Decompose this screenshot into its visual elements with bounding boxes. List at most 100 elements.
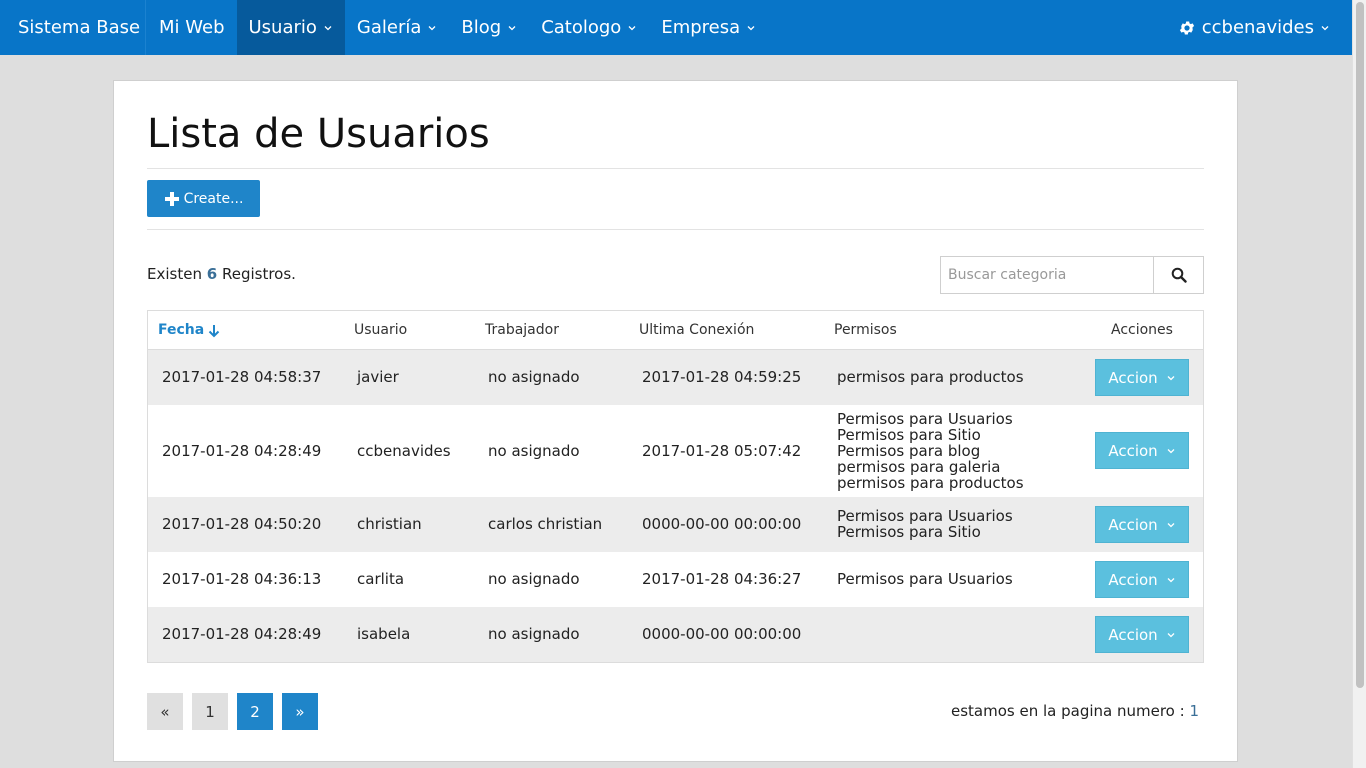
column-header-label: Fecha xyxy=(158,322,205,338)
page-title: Lista de Usuarios xyxy=(147,111,490,157)
search-input[interactable] xyxy=(941,257,1154,293)
cell-permisos: Permisos para Usuarios Permisos para Sit… xyxy=(837,508,1013,540)
records-count: 6 xyxy=(206,265,218,283)
username-label: ccbenavides xyxy=(1201,17,1314,38)
cell-permisos: Permisos para Usuarios Permisos para Sit… xyxy=(837,411,1024,491)
divider xyxy=(147,229,1204,230)
cell-fecha: 2017-01-28 04:58:37 xyxy=(162,368,322,386)
users-table: Fecha Usuario Trabajador Ultima Conexión… xyxy=(147,310,1204,663)
cell-trabajador: no asignado xyxy=(488,570,580,588)
table-row: 2017-01-28 04:50:20 christian carlos chr… xyxy=(148,497,1203,552)
nav-item-mi-web[interactable]: Mi Web xyxy=(147,0,237,55)
search-button[interactable] xyxy=(1154,257,1203,293)
scrollbar-thumb[interactable] xyxy=(1356,2,1364,688)
chevron-down-icon xyxy=(508,25,516,30)
accion-label: Accion xyxy=(1108,515,1158,534)
cell-ultima-conexion: 2017-01-28 04:59:25 xyxy=(642,368,802,386)
pagination-page-2[interactable]: 2 xyxy=(237,693,273,730)
cell-fecha: 2017-01-28 04:28:49 xyxy=(162,442,322,460)
cell-ultima-conexion: 0000-00-00 00:00:00 xyxy=(642,625,802,643)
accion-dropdown-button[interactable]: Accion xyxy=(1095,561,1189,598)
nav-item-label: Usuario xyxy=(248,17,317,38)
search-icon xyxy=(1171,267,1187,283)
permiso-item: Permisos para blog xyxy=(837,442,981,460)
vertical-scrollbar[interactable] xyxy=(1352,0,1366,768)
create-button-label: Create... xyxy=(183,190,244,207)
chevron-down-icon xyxy=(1167,577,1175,582)
chevron-down-icon xyxy=(1321,25,1329,30)
cell-fecha: 2017-01-28 04:28:49 xyxy=(162,625,322,643)
accion-dropdown-button[interactable]: Accion xyxy=(1095,432,1189,469)
column-header-acciones: Acciones xyxy=(1111,322,1173,338)
chevron-down-icon xyxy=(628,25,636,30)
accion-dropdown-button[interactable]: Accion xyxy=(1095,616,1189,653)
chevron-down-icon xyxy=(428,25,436,30)
cell-usuario: ccbenavides xyxy=(357,442,451,460)
nav-item-catologo[interactable]: Catologo xyxy=(529,0,649,55)
cell-fecha: 2017-01-28 04:50:20 xyxy=(162,515,322,533)
cell-ultima-conexion: 0000-00-00 00:00:00 xyxy=(642,515,802,533)
create-button[interactable]: Create... xyxy=(147,180,260,217)
records-count-text: Existen 6 Registros. xyxy=(147,265,296,283)
column-header-ultima-conexion[interactable]: Ultima Conexión xyxy=(639,311,754,350)
accion-label: Accion xyxy=(1108,625,1158,644)
cell-ultima-conexion: 2017-01-28 04:36:27 xyxy=(642,570,802,588)
brand-link[interactable]: Sistema Base xyxy=(0,0,146,55)
table-row: 2017-01-28 04:36:13 carlita no asignado … xyxy=(148,552,1203,607)
permiso-item: Permisos para Usuarios xyxy=(837,570,1013,588)
cell-fecha: 2017-01-28 04:36:13 xyxy=(162,570,322,588)
gear-icon xyxy=(1179,20,1194,35)
column-header-trabajador[interactable]: Trabajador xyxy=(485,311,559,350)
cell-usuario: carlita xyxy=(357,570,405,588)
chevron-down-icon xyxy=(324,25,332,30)
accion-label: Accion xyxy=(1108,368,1158,387)
chevron-down-icon xyxy=(1167,522,1175,527)
nav-item-label: Mi Web xyxy=(159,17,225,38)
nav-item-label: Catologo xyxy=(541,17,622,38)
cell-trabajador: no asignado xyxy=(488,625,580,643)
cell-trabajador: carlos christian xyxy=(488,515,603,533)
page-status-text: estamos en la pagina numero : 1 xyxy=(951,702,1199,720)
nav-item-label: Empresa xyxy=(661,17,741,38)
cell-usuario: christian xyxy=(357,515,422,533)
nav-item-label: Galería xyxy=(356,17,422,38)
column-header-usuario[interactable]: Usuario xyxy=(354,311,407,350)
table-row: 2017-01-28 04:58:37 javier no asignado 2… xyxy=(148,350,1203,405)
plus-icon xyxy=(164,191,179,206)
column-header-fecha[interactable]: Fecha xyxy=(158,311,220,350)
permiso-item: permisos para productos xyxy=(837,368,1024,386)
cell-permisos: permisos para productos xyxy=(837,369,1024,385)
accion-dropdown-button[interactable]: Accion xyxy=(1095,359,1189,396)
chevron-down-icon xyxy=(1167,632,1175,637)
chevron-down-icon xyxy=(1167,448,1175,453)
pagination-next[interactable]: » xyxy=(282,693,318,730)
records-prefix: Existen xyxy=(147,265,202,283)
cell-trabajador: no asignado xyxy=(488,442,580,460)
arrow-down-icon xyxy=(209,324,220,337)
accion-label: Accion xyxy=(1108,441,1158,460)
nav-item-blog[interactable]: Blog xyxy=(449,0,529,55)
nav-item-galeria[interactable]: Galería xyxy=(345,0,450,55)
column-header-permisos[interactable]: Permisos xyxy=(834,311,897,350)
permiso-item: Permisos para Sitio xyxy=(837,426,981,444)
accion-label: Accion xyxy=(1108,570,1158,589)
nav-item-empresa[interactable]: Empresa xyxy=(649,0,768,55)
accion-dropdown-button[interactable]: Accion xyxy=(1095,506,1189,543)
search-box xyxy=(940,256,1204,294)
cell-usuario: isabela xyxy=(357,625,411,643)
nav-item-usuario[interactable]: Usuario xyxy=(236,0,345,55)
pagination-prev[interactable]: « xyxy=(147,693,183,730)
permiso-item: Permisos para Usuarios xyxy=(837,507,1013,525)
chevron-down-icon xyxy=(1167,375,1175,380)
pagination: « 1 2 » xyxy=(147,693,318,730)
user-menu[interactable]: ccbenavides xyxy=(1178,0,1330,55)
pagination-page-1[interactable]: 1 xyxy=(192,693,228,730)
top-navbar: Sistema Base Mi Web Usuario Galería Blog… xyxy=(0,0,1352,55)
nav-menu: Mi Web Usuario Galería Blog Catologo Emp… xyxy=(147,0,768,55)
page-status-prefix: estamos en la pagina numero : xyxy=(950,702,1185,720)
table-row: 2017-01-28 04:28:49 ccbenavides no asign… xyxy=(148,405,1203,497)
table-header: Fecha Usuario Trabajador Ultima Conexión… xyxy=(148,311,1203,350)
cell-permisos: Permisos para Usuarios xyxy=(837,571,1013,587)
content-panel: Lista de Usuarios Create... Existen 6 Re… xyxy=(113,80,1238,762)
permiso-item: permisos para productos xyxy=(837,474,1024,492)
